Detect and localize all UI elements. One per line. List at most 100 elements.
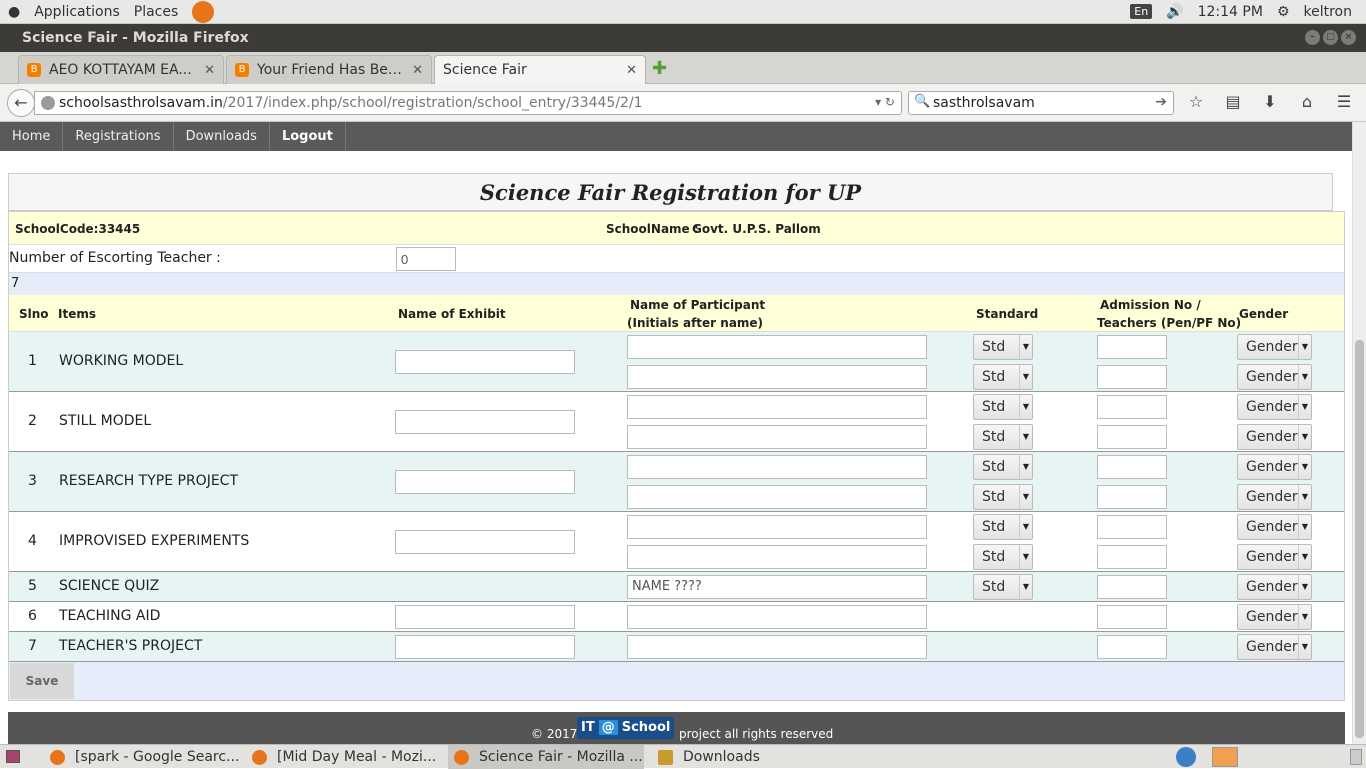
gender-select[interactable]: Gender ▼	[1237, 484, 1312, 510]
admission-no-input[interactable]	[1097, 635, 1167, 659]
exhibit-name-input[interactable]	[395, 635, 575, 659]
firefox-tray-icon[interactable]	[1212, 747, 1238, 767]
table-header: Slno Items Name of Exhibit Name of Parti…	[9, 295, 1344, 332]
close-window-icon[interactable]: ×	[1341, 30, 1356, 45]
exhibit-name-input[interactable]	[395, 470, 575, 494]
hamburger-menu-icon[interactable]: ☰	[1334, 92, 1354, 112]
gender-select-label: Gender	[1246, 459, 1298, 475]
save-button[interactable]: Save	[10, 663, 74, 699]
browser-tab[interactable]: B AEO KOTTAYAM EA... ✕	[18, 55, 224, 84]
participant-name-input[interactable]	[627, 365, 927, 389]
admission-no-input[interactable]	[1097, 365, 1167, 389]
standard-select[interactable]: Std ▼	[973, 484, 1033, 510]
home-icon[interactable]: ⌂	[1297, 92, 1317, 112]
gender-select[interactable]: Gender ▼	[1237, 634, 1312, 660]
download-arrow-icon[interactable]: ⬇	[1260, 92, 1280, 112]
standard-select[interactable]: Std ▼	[973, 364, 1033, 390]
show-desktop-icon[interactable]	[6, 750, 20, 763]
applications-menu[interactable]: Applications	[34, 4, 120, 20]
close-tab-icon[interactable]: ✕	[626, 63, 637, 78]
gender-select[interactable]: Gender ▼	[1237, 424, 1312, 450]
admission-no-input[interactable]	[1097, 425, 1167, 449]
firefox-launcher-icon[interactable]	[192, 0, 215, 23]
participant-name-input[interactable]	[627, 335, 927, 359]
reload-icon[interactable]: ▾ ↻	[875, 95, 895, 109]
participant-name-input[interactable]	[627, 395, 927, 419]
participant-name-input[interactable]	[627, 605, 927, 629]
gender-select[interactable]: Gender ▼	[1237, 604, 1312, 630]
user-name[interactable]: keltron	[1304, 4, 1353, 20]
new-tab-icon[interactable]: ✚	[652, 58, 667, 79]
minimize-icon[interactable]: –	[1305, 30, 1320, 45]
participant-name-input[interactable]	[627, 455, 927, 479]
nav-downloads[interactable]: Downloads	[174, 122, 270, 151]
col-participant: Name of Participant	[630, 298, 766, 312]
places-menu[interactable]: Places	[134, 4, 179, 20]
exhibit-name-input[interactable]	[395, 605, 575, 629]
gender-select[interactable]: Gender ▼	[1237, 574, 1312, 600]
gender-select[interactable]: Gender ▼	[1237, 514, 1312, 540]
standard-select[interactable]: Std ▼	[973, 514, 1033, 540]
taskbar-item-active[interactable]: Science Fair - Mozilla ...	[448, 745, 644, 769]
admission-no-input[interactable]	[1097, 605, 1167, 629]
col-admission-note: Teachers (Pen/PF No)	[1097, 316, 1242, 330]
settings-gear-icon[interactable]: ⚙	[1277, 4, 1290, 20]
standard-select[interactable]: Std ▼	[973, 394, 1033, 420]
gender-select[interactable]: Gender ▼	[1237, 334, 1312, 360]
participant-name-input[interactable]	[627, 425, 927, 449]
gender-select[interactable]: Gender ▼	[1237, 394, 1312, 420]
page-scrollbar[interactable]	[1352, 122, 1366, 744]
standard-select[interactable]: Std ▼	[973, 544, 1033, 570]
nav-registrations[interactable]: Registrations	[63, 122, 174, 151]
admission-no-input[interactable]	[1097, 455, 1167, 479]
standard-select[interactable]: Std ▼	[973, 334, 1033, 360]
scrollbar-thumb[interactable]	[1355, 340, 1364, 738]
standard-select[interactable]: Std ▼	[973, 424, 1033, 450]
gender-select[interactable]: Gender ▼	[1237, 364, 1312, 390]
standard-select[interactable]: Std ▼	[973, 574, 1033, 600]
gender-select[interactable]: Gender ▼	[1237, 454, 1312, 480]
participant-name-input[interactable]	[627, 635, 927, 659]
exhibit-name-input[interactable]	[395, 530, 575, 554]
admission-no-input[interactable]	[1097, 485, 1167, 509]
url-bar[interactable]: schoolsasthrolsavam.in/2017/index.php/sc…	[34, 91, 902, 115]
participant-name-input[interactable]	[627, 515, 927, 539]
nav-home[interactable]: Home	[0, 122, 64, 151]
bookmarks-list-icon[interactable]: ▤	[1223, 92, 1243, 112]
browser-tab[interactable]: B Your Friend Has Bee... ✕	[226, 55, 432, 84]
bookmark-star-icon[interactable]: ☆	[1186, 92, 1206, 112]
exhibit-name-input[interactable]	[395, 410, 575, 434]
gender-select[interactable]: Gender ▼	[1237, 544, 1312, 570]
admission-no-input[interactable]	[1097, 335, 1167, 359]
search-input[interactable]: 🔍 sasthrolsavam ➔	[908, 91, 1174, 115]
nav-logout[interactable]: Logout	[270, 122, 346, 151]
taskbar-item[interactable]: Downloads	[652, 745, 848, 769]
volume-icon[interactable]: 🔊	[1166, 4, 1183, 20]
participant-name-input[interactable]	[627, 545, 927, 569]
taskbar-item[interactable]: [spark - Google Searc...	[44, 745, 240, 769]
network-globe-icon[interactable]	[1176, 747, 1196, 767]
taskbar-item[interactable]: [Mid Day Meal - Mozi...	[246, 745, 442, 769]
maximize-icon[interactable]: □	[1323, 30, 1338, 45]
standard-select[interactable]: Std ▼	[973, 454, 1033, 480]
admission-no-input[interactable]	[1097, 545, 1167, 569]
item-row: 3 RESEARCH TYPE PROJECT Std ▼ Gender ▼ Std ▼ Gen…	[9, 452, 1344, 512]
close-tab-icon[interactable]: ✕	[412, 63, 423, 78]
keyboard-layout-indicator[interactable]: En	[1130, 4, 1153, 19]
back-arrow-icon[interactable]: ←	[7, 89, 35, 117]
participant-name-input[interactable]: NAME ????	[627, 575, 927, 599]
admission-no-input[interactable]	[1097, 515, 1167, 539]
participant-name-input[interactable]	[627, 485, 927, 509]
gender-select-label: Gender	[1246, 339, 1298, 355]
search-go-arrow-icon[interactable]: ➔	[1155, 94, 1167, 110]
browser-tab-active[interactable]: Science Fair ✕	[434, 55, 646, 84]
admission-no-input[interactable]	[1097, 395, 1167, 419]
dropdown-arrow-icon: ▼	[1019, 425, 1032, 449]
ubuntu-icon[interactable]: ●	[8, 4, 20, 20]
admission-no-input[interactable]	[1097, 575, 1167, 599]
clock[interactable]: 12:14 PM	[1198, 4, 1263, 20]
escort-count-input[interactable]	[396, 247, 456, 271]
close-tab-icon[interactable]: ✕	[204, 63, 215, 78]
trash-icon[interactable]	[1350, 749, 1362, 765]
exhibit-name-input[interactable]	[395, 350, 575, 374]
